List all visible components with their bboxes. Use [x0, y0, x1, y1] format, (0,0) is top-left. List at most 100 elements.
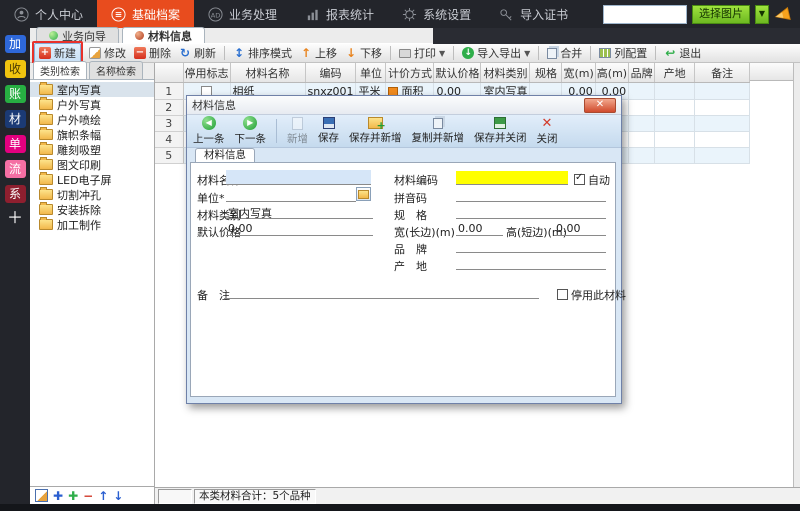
select-image-button[interactable]: 选择图片: [692, 4, 750, 24]
tree-item[interactable]: LED电子屏: [30, 172, 154, 187]
tree-item[interactable]: 室内写真: [30, 82, 154, 97]
column-header[interactable]: 宽(m): [561, 63, 596, 83]
grid-cell[interactable]: [654, 147, 696, 164]
column-header[interactable]: 计价方式: [385, 63, 435, 83]
tree-item[interactable]: 雕刻吸塑: [30, 142, 154, 157]
tree-item[interactable]: 图文印刷: [30, 157, 154, 172]
move-node-down-icon[interactable]: ↓: [113, 490, 123, 502]
spec-input[interactable]: [456, 205, 606, 219]
unit-input[interactable]: [226, 188, 356, 202]
tree-item[interactable]: 安装拆除: [30, 202, 154, 217]
checkbox-checked-icon[interactable]: [574, 172, 585, 185]
remove-node-icon[interactable]: −: [83, 490, 93, 502]
disable-material-checkbox[interactable]: 停用此材料: [557, 287, 626, 303]
column-header[interactable]: 默认价格: [433, 63, 482, 83]
edit-node-icon[interactable]: [35, 489, 48, 502]
column-config-button[interactable]: 列配置: [595, 44, 651, 62]
material-code-input[interactable]: [456, 171, 568, 185]
copy-and-new-button[interactable]: 复制并新增: [412, 117, 464, 145]
tree-item[interactable]: 加工制作: [30, 217, 154, 232]
grid-cell[interactable]: [628, 115, 656, 132]
grid-cell[interactable]: [694, 99, 751, 116]
checkbox-icon[interactable]: [557, 289, 568, 300]
category-input[interactable]: 室内写真: [226, 205, 373, 220]
note-cell[interactable]: [694, 82, 751, 100]
nav-personal-center[interactable]: 个人中心: [0, 0, 97, 28]
sort-mode-button[interactable]: ↕ 排序模式: [229, 44, 296, 62]
move-up-button[interactable]: ↑ 上移: [296, 44, 341, 62]
exit-button[interactable]: ↩ 退出: [660, 44, 705, 62]
tree-item[interactable]: 切割冲孔: [30, 187, 154, 202]
save-button[interactable]: 保存: [318, 117, 339, 145]
column-header[interactable]: 停用标志: [183, 63, 231, 83]
column-header[interactable]: 备注: [694, 63, 751, 83]
brand-input[interactable]: [456, 239, 606, 253]
origin-cell[interactable]: [654, 82, 696, 100]
dialog-tab-material-info[interactable]: 材料信息: [195, 148, 255, 162]
delete-button[interactable]: − 删除: [130, 44, 175, 62]
brand-cell[interactable]: [628, 82, 656, 100]
grid-cell[interactable]: [694, 131, 751, 148]
image-search-input[interactable]: [603, 4, 687, 24]
rail-item-shou[interactable]: 收: [4, 60, 26, 78]
column-header[interactable]: 材料类别: [480, 63, 531, 83]
merge-button[interactable]: 合并: [543, 44, 586, 62]
grid-cell[interactable]: [628, 131, 656, 148]
column-header[interactable]: 产地: [654, 63, 696, 83]
select-image-dropdown[interactable]: ▼: [755, 4, 769, 24]
rail-item-zhang[interactable]: 账: [4, 85, 26, 103]
column-header[interactable]: 编码: [305, 63, 357, 83]
tab-name-search[interactable]: 名称检索: [89, 61, 143, 79]
close-icon[interactable]: ✕: [584, 97, 616, 113]
tree-item[interactable]: 户外写真: [30, 97, 154, 112]
move-down-button[interactable]: ↓ 下移: [341, 44, 386, 62]
grid-cell[interactable]: [694, 115, 751, 132]
new-button[interactable]: + 新建: [34, 43, 81, 63]
rail-item-xi[interactable]: 系: [4, 185, 26, 203]
column-header[interactable]: 品牌: [628, 63, 656, 83]
column-header[interactable]: 高(m): [595, 63, 630, 83]
rail-add-button[interactable]: ＋: [5, 210, 26, 228]
width-input[interactable]: 0.00: [456, 222, 503, 236]
move-node-up-icon[interactable]: ↑: [98, 490, 108, 502]
tab-material-info[interactable]: 材料信息: [122, 27, 205, 43]
close-button[interactable]: ✕ 关闭: [537, 117, 558, 146]
import-export-button[interactable]: ↓ 导入导出 ▼: [458, 44, 534, 62]
tab-category-search[interactable]: 类别检索: [33, 61, 87, 79]
auto-checkbox[interactable]: 自动: [574, 172, 610, 188]
grid-cell[interactable]: [654, 99, 696, 116]
nav-import-certificate[interactable]: 导入证书: [485, 0, 582, 28]
save-and-close-button[interactable]: 保存并关闭: [474, 117, 527, 145]
refresh-button[interactable]: ↻ 刷新: [175, 44, 220, 62]
material-name-input[interactable]: [226, 170, 371, 185]
column-header[interactable]: 规格: [529, 63, 563, 83]
rail-item-dan[interactable]: 单: [4, 135, 26, 153]
column-header[interactable]: 材料名称: [230, 63, 306, 83]
add-node-icon[interactable]: ✚: [53, 490, 63, 502]
grid-cell[interactable]: [654, 131, 696, 148]
rail-item-cai[interactable]: 材: [4, 110, 26, 128]
grid-cell[interactable]: [694, 147, 751, 164]
vertical-scrollbar[interactable]: [793, 63, 800, 487]
column-header[interactable]: 单位: [355, 63, 387, 83]
add-child-node-icon[interactable]: ✚: [68, 490, 78, 502]
grid-cell[interactable]: [628, 147, 656, 164]
grid-cell[interactable]: [628, 99, 656, 116]
note-input[interactable]: [224, 285, 539, 299]
nav-basic-archives[interactable]: 基础档案: [97, 0, 195, 28]
save-and-new-button[interactable]: 保存并新增: [349, 117, 402, 145]
add-record-button[interactable]: 新增: [287, 116, 308, 146]
prev-record-button[interactable]: ◀ 上一条: [193, 116, 225, 146]
nav-system-settings[interactable]: 系统设置: [388, 0, 485, 28]
rail-item-jia[interactable]: 加: [4, 35, 26, 53]
tree-item[interactable]: 旗帜条幅: [30, 127, 154, 142]
edit-button[interactable]: 修改: [85, 44, 130, 62]
pinyin-input[interactable]: [456, 188, 606, 202]
rail-item-liu[interactable]: 流: [4, 160, 26, 178]
default-price-input[interactable]: 0.00: [226, 222, 373, 236]
tree-item[interactable]: 户外喷绘: [30, 112, 154, 127]
origin-input[interactable]: [456, 256, 606, 270]
grid-cell[interactable]: [654, 115, 696, 132]
dialog-titlebar[interactable]: 材料信息 ✕: [187, 96, 621, 115]
height-input[interactable]: 0.00: [554, 222, 606, 236]
